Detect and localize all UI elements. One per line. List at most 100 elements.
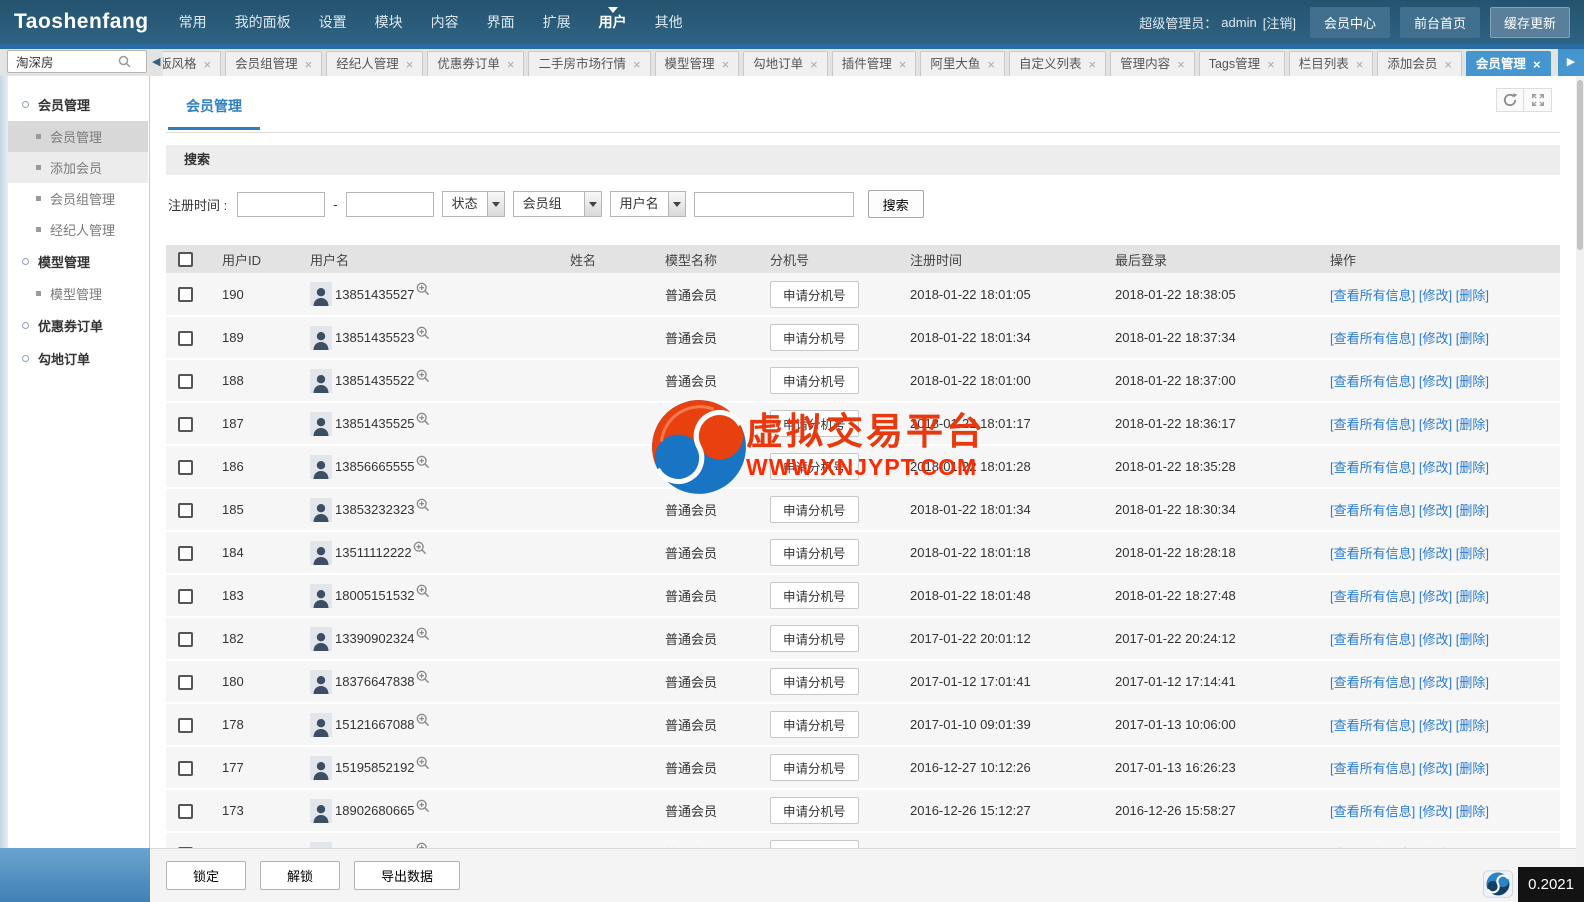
tab-会员组管理[interactable]: 会员组管理× xyxy=(225,51,322,76)
apply-extension-button[interactable]: 申请分机号 xyxy=(770,754,859,781)
tab-close-icon[interactable]: × xyxy=(1444,58,1452,71)
view-all-info-link[interactable]: [查看所有信息] xyxy=(1330,460,1415,475)
view-all-info-link[interactable]: [查看所有信息] xyxy=(1330,675,1415,690)
view-all-info-link[interactable]: [查看所有信息] xyxy=(1330,589,1415,604)
delete-link[interactable]: [删除] xyxy=(1456,718,1489,733)
row-checkbox[interactable] xyxy=(178,761,193,776)
tab-勾地订单[interactable]: 勾地订单× xyxy=(743,51,828,76)
edit-link[interactable]: [修改] xyxy=(1419,503,1452,518)
sidebar-item-经纪人管理[interactable]: 经纪人管理 xyxy=(8,214,148,245)
view-all-info-link[interactable]: [查看所有信息] xyxy=(1330,503,1415,518)
search-field-select[interactable]: 用户名 xyxy=(610,191,686,217)
apply-extension-button[interactable]: 申请分机号 xyxy=(770,367,859,394)
sidebar-group-模型管理[interactable]: 模型管理 xyxy=(8,245,148,278)
sidebar-group-优惠券订单[interactable]: 优惠券订单 xyxy=(8,309,148,342)
tab-close-icon[interactable]: × xyxy=(204,58,212,71)
menu-item-扩展[interactable]: 扩展 xyxy=(529,0,585,44)
header-button-前台首页[interactable]: 前台首页 xyxy=(1400,7,1480,38)
lock-button[interactable]: 锁定 xyxy=(166,861,246,890)
row-checkbox[interactable] xyxy=(178,287,193,302)
row-checkbox[interactable] xyxy=(178,718,193,733)
vertical-scrollbar[interactable] xyxy=(1576,76,1584,902)
select-all-checkbox[interactable] xyxy=(178,252,193,267)
zoom-in-icon[interactable] xyxy=(416,369,430,383)
menu-item-设置[interactable]: 设置 xyxy=(305,0,361,44)
zoom-in-icon[interactable] xyxy=(416,670,430,684)
zoom-in-icon[interactable] xyxy=(416,498,430,512)
delete-link[interactable]: [删除] xyxy=(1456,460,1489,475)
tab-close-icon[interactable]: × xyxy=(507,58,515,71)
edit-link[interactable]: [修改] xyxy=(1419,546,1452,561)
reg-time-end-input[interactable] xyxy=(346,192,434,217)
delete-link[interactable]: [删除] xyxy=(1456,589,1489,604)
menu-item-内容[interactable]: 内容 xyxy=(417,0,473,44)
edit-link[interactable]: [修改] xyxy=(1419,374,1452,389)
edit-link[interactable]: [修改] xyxy=(1419,331,1452,346)
sidebar-group-勾地订单[interactable]: 勾地订单 xyxy=(8,342,148,375)
row-checkbox[interactable] xyxy=(178,460,193,475)
status-select[interactable]: 状态 xyxy=(442,191,505,217)
tab-close-icon[interactable]: × xyxy=(1089,58,1097,71)
edit-link[interactable]: [修改] xyxy=(1419,675,1452,690)
tab-close-icon[interactable]: × xyxy=(305,58,313,71)
search-button[interactable]: 搜索 xyxy=(868,190,924,218)
fullscreen-button[interactable] xyxy=(1524,88,1552,112)
delete-link[interactable]: [删除] xyxy=(1456,761,1489,776)
edit-link[interactable]: [修改] xyxy=(1419,417,1452,432)
tab-管理内容[interactable]: 管理内容× xyxy=(1110,51,1195,76)
tab-优惠券订单[interactable]: 优惠券订单× xyxy=(427,51,524,76)
menu-item-常用[interactable]: 常用 xyxy=(165,0,221,44)
tab-版风格[interactable]: 版风格× xyxy=(163,51,221,76)
row-checkbox[interactable] xyxy=(178,675,193,690)
zoom-in-icon[interactable] xyxy=(416,584,430,598)
zoom-in-icon[interactable] xyxy=(416,799,430,813)
member-group-select[interactable]: 会员组 xyxy=(513,191,602,217)
delete-link[interactable]: [删除] xyxy=(1456,804,1489,819)
view-all-info-link[interactable]: [查看所有信息] xyxy=(1330,546,1415,561)
apply-extension-button[interactable]: 申请分机号 xyxy=(770,668,859,695)
apply-extension-button[interactable]: 申请分机号 xyxy=(770,840,859,848)
apply-extension-button[interactable]: 申请分机号 xyxy=(770,582,859,609)
zoom-in-icon[interactable] xyxy=(416,713,430,727)
delete-link[interactable]: [删除] xyxy=(1456,503,1489,518)
tab-close-icon[interactable]: × xyxy=(1356,58,1364,71)
header-button-缓存更新[interactable]: 缓存更新 xyxy=(1490,7,1570,38)
sidebar-item-模型管理[interactable]: 模型管理 xyxy=(8,278,148,309)
delete-link[interactable]: [删除] xyxy=(1456,288,1489,303)
view-all-info-link[interactable]: [查看所有信息] xyxy=(1330,331,1415,346)
menu-item-其他[interactable]: 其他 xyxy=(641,0,697,44)
sidebar-item-会员组管理[interactable]: 会员组管理 xyxy=(8,183,148,214)
row-checkbox[interactable] xyxy=(178,546,193,561)
tab-自定义列表[interactable]: 自定义列表× xyxy=(1009,51,1106,76)
unlock-button[interactable]: 解锁 xyxy=(260,861,340,890)
keyword-input[interactable] xyxy=(694,192,854,217)
delete-link[interactable]: [删除] xyxy=(1456,417,1489,432)
delete-link[interactable]: [删除] xyxy=(1456,675,1489,690)
zoom-in-icon[interactable] xyxy=(416,412,430,426)
refresh-button[interactable] xyxy=(1496,88,1524,112)
zoom-in-icon[interactable] xyxy=(416,326,430,340)
sidebar-item-会员管理[interactable]: 会员管理 xyxy=(8,121,148,152)
edit-link[interactable]: [修改] xyxy=(1419,288,1452,303)
tab-阿里大鱼[interactable]: 阿里大鱼× xyxy=(920,51,1005,76)
row-checkbox[interactable] xyxy=(178,804,193,819)
apply-extension-button[interactable]: 申请分机号 xyxy=(770,410,859,437)
zoom-in-icon[interactable] xyxy=(416,455,430,469)
tab-插件管理[interactable]: 插件管理× xyxy=(832,51,917,76)
zoom-in-icon[interactable] xyxy=(416,627,430,641)
apply-extension-button[interactable]: 申请分机号 xyxy=(770,281,859,308)
tab-scroll-left-icon[interactable]: ◀ xyxy=(152,49,160,76)
menu-item-界面[interactable]: 界面 xyxy=(473,0,529,44)
tab-close-icon[interactable]: × xyxy=(987,58,995,71)
row-checkbox[interactable] xyxy=(178,503,193,518)
export-data-button[interactable]: 导出数据 xyxy=(354,861,460,890)
tab-栏目列表[interactable]: 栏目列表× xyxy=(1289,51,1374,76)
tab-经纪人管理[interactable]: 经纪人管理× xyxy=(326,51,423,76)
view-all-info-link[interactable]: [查看所有信息] xyxy=(1330,632,1415,647)
edit-link[interactable]: [修改] xyxy=(1419,718,1452,733)
view-all-info-link[interactable]: [查看所有信息] xyxy=(1330,417,1415,432)
row-checkbox[interactable] xyxy=(178,417,193,432)
zoom-in-icon[interactable] xyxy=(416,756,430,770)
tab-close-icon[interactable]: × xyxy=(1177,58,1185,71)
scrollbar-thumb[interactable] xyxy=(1577,80,1583,250)
